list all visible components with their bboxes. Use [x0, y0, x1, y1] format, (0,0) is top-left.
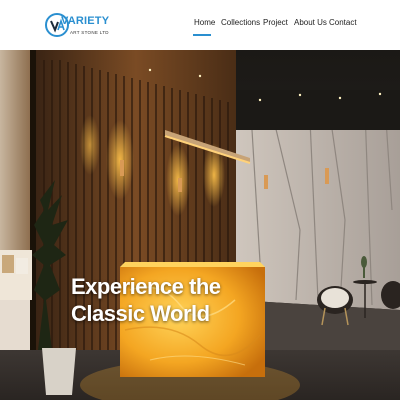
- nav-home[interactable]: Home: [194, 18, 215, 27]
- hero-heading-line2: Classic World: [71, 301, 210, 326]
- main-nav: Home Collections Project About Us Contac…: [0, 18, 400, 42]
- hero-banner: Experience the Classic World: [0, 50, 400, 400]
- hero-heading: Experience the Classic World: [71, 273, 221, 327]
- site-header: VARIETY ART STONE LTD Home Collections P…: [0, 0, 400, 50]
- nav-project[interactable]: Project: [263, 18, 288, 27]
- hero-lobby-image: [0, 50, 400, 400]
- hero-heading-line1: Experience the: [71, 274, 221, 299]
- nav-contact[interactable]: Contact: [329, 18, 357, 27]
- nav-collections[interactable]: Collections: [221, 18, 260, 27]
- nav-active-indicator: [193, 34, 211, 36]
- nav-about-us[interactable]: About Us: [294, 18, 327, 27]
